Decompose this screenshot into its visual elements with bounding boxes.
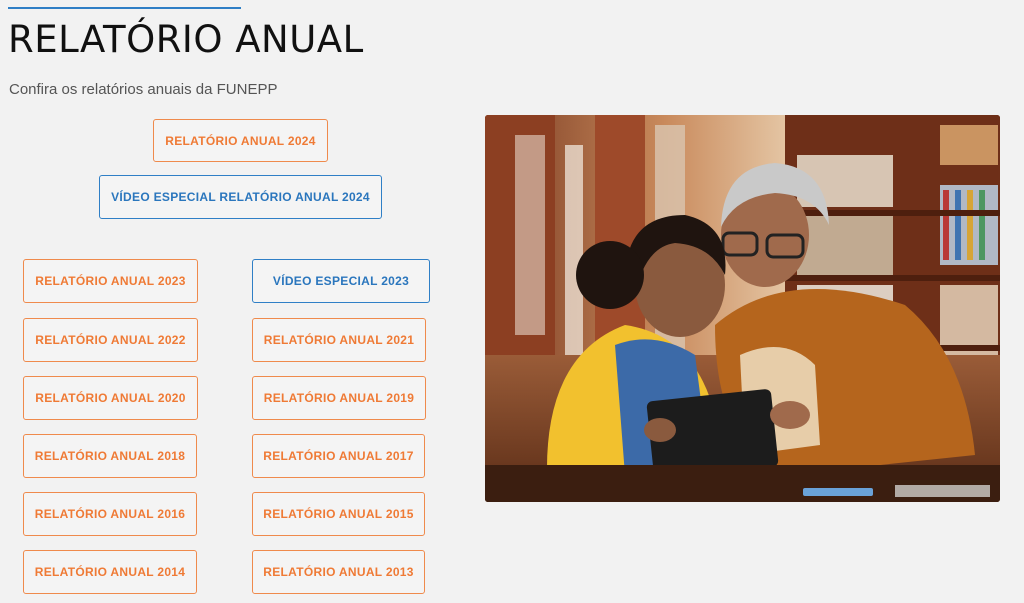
report-2019-button[interactable]: RELATÓRIO ANUAL 2019 [252, 376, 426, 420]
video-2024-button[interactable]: VÍDEO ESPECIAL RELATÓRIO ANUAL 2024 [99, 175, 382, 219]
report-2015-button[interactable]: RELATÓRIO ANUAL 2015 [252, 492, 425, 536]
report-2016-button[interactable]: RELATÓRIO ANUAL 2016 [23, 492, 197, 536]
video-2023-button[interactable]: VÍDEO ESPECIAL 2023 [252, 259, 430, 303]
report-2020-button[interactable]: RELATÓRIO ANUAL 2020 [23, 376, 198, 420]
report-2023-button[interactable]: RELATÓRIO ANUAL 2023 [23, 259, 198, 303]
report-2022-button[interactable]: RELATÓRIO ANUAL 2022 [23, 318, 198, 362]
report-2018-button[interactable]: RELATÓRIO ANUAL 2018 [23, 434, 197, 478]
report-2013-button[interactable]: RELATÓRIO ANUAL 2013 [252, 550, 425, 594]
report-2024-button[interactable]: RELATÓRIO ANUAL 2024 [153, 119, 328, 162]
page-subtitle: Confira os relatórios anuais da FUNEPP [9, 81, 278, 98]
library-photo-illustration [485, 115, 1000, 502]
title-accent-rule [8, 7, 241, 9]
report-2014-button[interactable]: RELATÓRIO ANUAL 2014 [23, 550, 197, 594]
report-2021-button[interactable]: RELATÓRIO ANUAL 2021 [252, 318, 426, 362]
page-title: RELATÓRIO ANUAL [8, 18, 364, 61]
library-photo [485, 115, 1000, 502]
report-2017-button[interactable]: RELATÓRIO ANUAL 2017 [252, 434, 425, 478]
